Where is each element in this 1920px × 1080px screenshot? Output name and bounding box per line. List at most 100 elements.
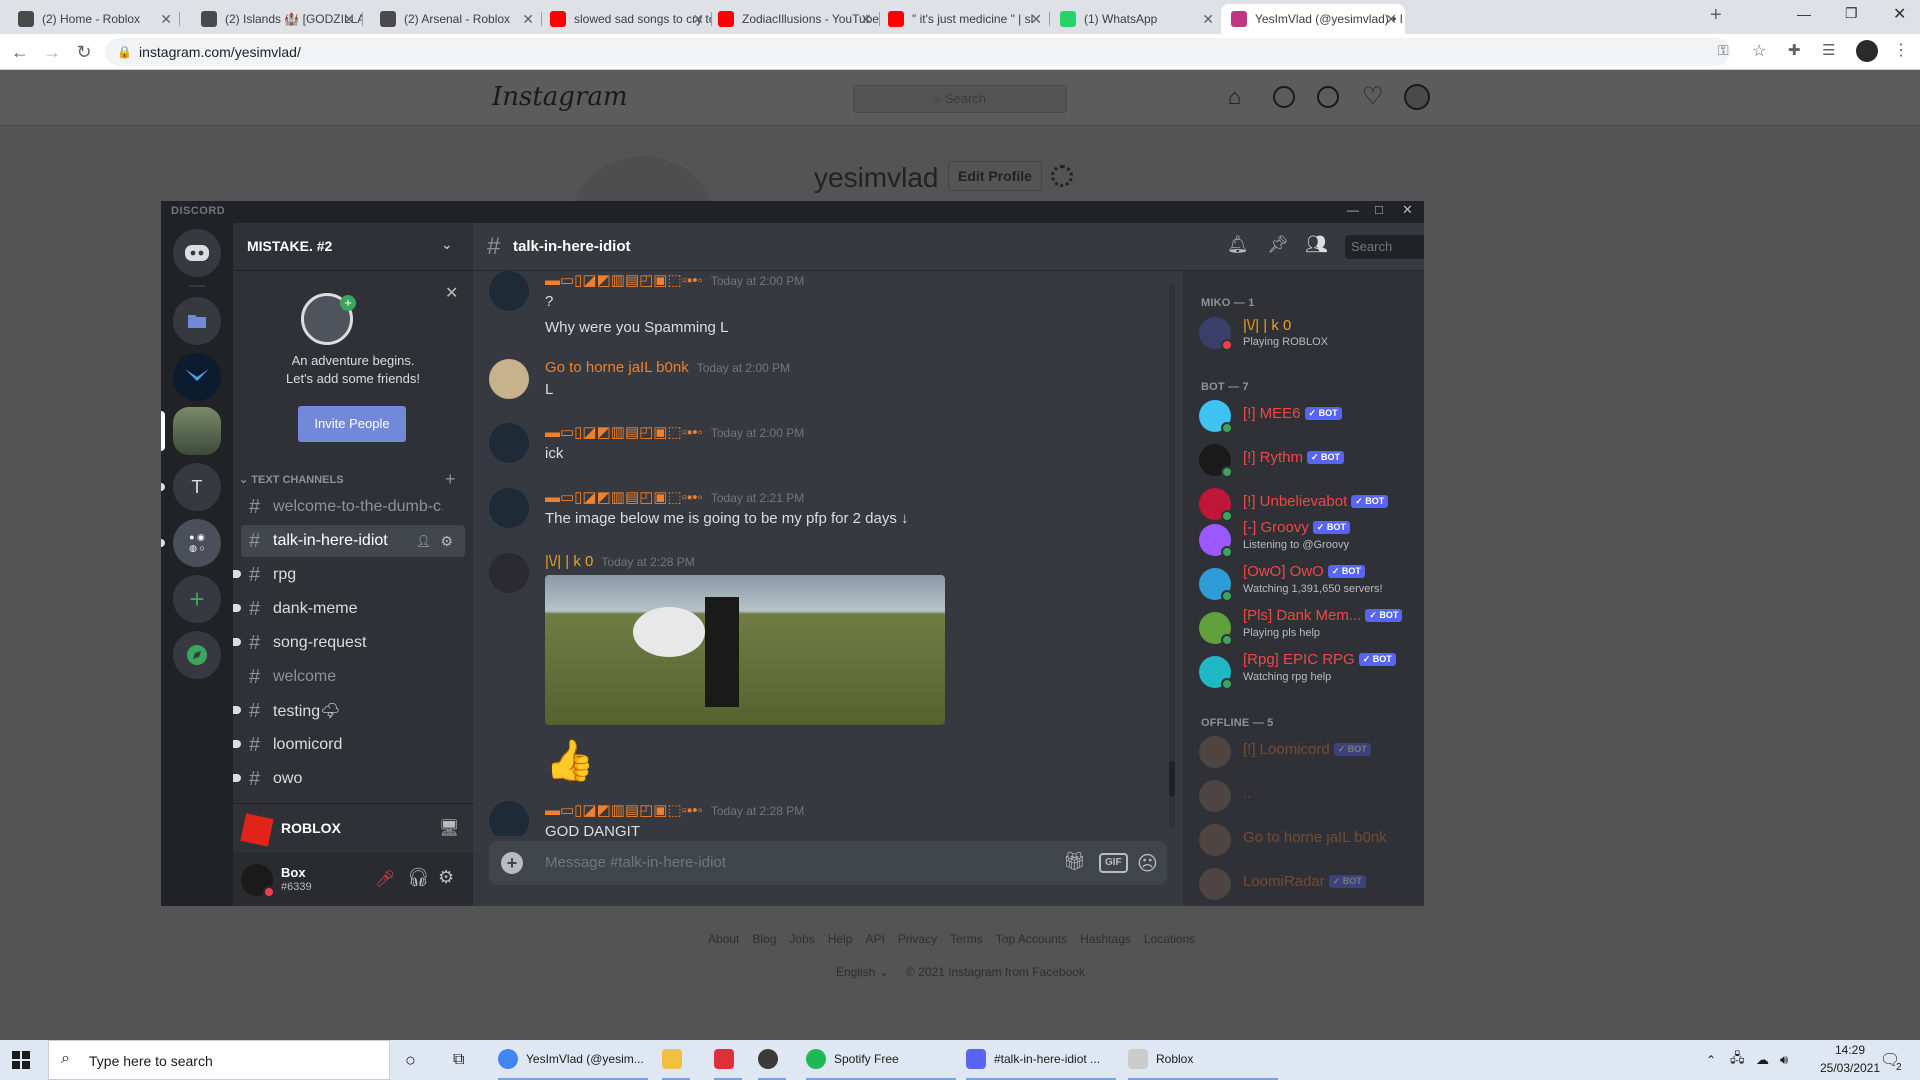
footer-link[interactable]: Help (828, 932, 853, 946)
offline-member-item[interactable]: LoomiRadar ✓ BOT (1199, 863, 1419, 905)
forward-button[interactable]: → (42, 42, 62, 63)
add-channel-button[interactable]: + (445, 469, 456, 490)
chat-scrollbar-thumb[interactable] (1169, 761, 1175, 797)
instagram-search-input[interactable]: ⌕ Search (853, 85, 1067, 113)
offline-member-item[interactable]: [!] Loomicord ✓ BOT (1199, 731, 1419, 773)
folder-icon[interactable] (173, 297, 221, 345)
instagram-logo[interactable]: Instagram (492, 82, 628, 112)
bot-member-item[interactable]: [!] MEE6 ✓ BOT (1199, 395, 1419, 437)
network-icon[interactable]: 🖧︎ (1730, 1040, 1745, 1080)
offline-member-item[interactable]: Go to horne jaIL b0nk (1199, 819, 1419, 861)
bot-member-item[interactable]: [OwO] OwO ✓ BOT Watching 1,391,650 servers… (1199, 563, 1419, 605)
message-author-avatar[interactable] (489, 271, 529, 311)
message-author-name[interactable]: ▬▭▯◪◩▥▤◰▣⬚▫▪•◦ (545, 489, 703, 506)
footer-link[interactable]: Locations (1144, 932, 1195, 946)
server-folder-icon[interactable]: ● ◉ ◍ ○ (173, 519, 221, 567)
channel-item[interactable]: # rpg (233, 559, 465, 591)
nox-taskbar-button[interactable] (758, 1040, 786, 1080)
close-tab-icon[interactable]: ✕ (1202, 11, 1214, 28)
text-channels-category[interactable]: ⌄ TEXT CHANNELS (239, 473, 344, 486)
footer-link[interactable]: Terms (950, 932, 983, 946)
add-server-button[interactable]: + (173, 575, 221, 623)
message-author-avatar[interactable] (489, 423, 529, 463)
footer-link[interactable]: Jobs (789, 932, 814, 946)
pinned-messages-icon[interactable]: 📌︎ (1267, 235, 1289, 255)
browser-tab[interactable]: (2) Islands 🏰 [GODZILLA V ✕ (191, 4, 363, 34)
channel-item[interactable]: # talk-in-here-idiot 👤︎ ⚙ (241, 525, 465, 557)
channel-item[interactable]: # welcome-to-the-dumb-c... (241, 491, 465, 523)
close-tab-icon[interactable]: ✕ (343, 11, 355, 28)
chrome-taskbar-button[interactable]: YesImVlad (@yesim... (498, 1040, 648, 1080)
settings-gear-icon[interactable] (1051, 165, 1073, 187)
notification-bell-icon[interactable]: 🔔︎ (1227, 235, 1249, 255)
minimize-window-button[interactable]: — (1797, 6, 1811, 22)
bot-member-item[interactable]: [!] Rythm ✓ BOT (1199, 439, 1419, 481)
upload-plus-icon[interactable]: + (501, 852, 523, 874)
explore-servers-button[interactable] (173, 631, 221, 679)
browser-tab[interactable]: slowed sad songs to cry to :(✕ (540, 4, 712, 34)
channel-item[interactable]: # welcome (241, 661, 465, 693)
browser-tab[interactable]: (2) Arsenal - Roblox ✕ (370, 4, 542, 34)
volume-icon[interactable]: 🔊︎ (1780, 1040, 1788, 1080)
bot-member-item[interactable]: [-] Groovy ✓ BOT Listening to @Groovy (1199, 519, 1419, 561)
server-header[interactable]: MISTAKE. #2 ⌄ (233, 223, 473, 271)
invite-people-button[interactable]: Invite People (298, 406, 406, 442)
close-icon[interactable]: ✕ (445, 283, 458, 303)
roblox-taskbar-button[interactable]: Roblox (1128, 1040, 1278, 1080)
reload-button[interactable]: ↻ (74, 42, 94, 63)
chrome-menu-icon[interactable]: ⋮ (1893, 40, 1909, 60)
message-author-avatar[interactable] (489, 553, 529, 593)
server-icon-wings[interactable] (173, 353, 221, 401)
server-icon-mistake[interactable] (173, 407, 221, 455)
file-explorer-taskbar-button[interactable] (662, 1040, 690, 1080)
media-queue-icon[interactable]: ☰ (1822, 41, 1835, 59)
messenger-icon[interactable] (1273, 86, 1295, 108)
clock-date[interactable]: 25/03/2021 (1812, 1061, 1888, 1075)
footer-link[interactable]: About (708, 932, 739, 946)
browser-tab[interactable]: " it's just medicine " | sl ✕ (878, 4, 1050, 34)
channel-item[interactable]: # dank-meme (233, 593, 465, 625)
bot-member-item[interactable]: [Pls] Dank Mem... ✓ BOT Playing pls help (1199, 607, 1419, 649)
clock-time[interactable]: 14:29 (1820, 1043, 1880, 1057)
app-taskbar-button[interactable] (714, 1040, 742, 1080)
message-author-name[interactable]: Go to horne jaIL b0nk (545, 359, 689, 376)
gif-button[interactable]: GIF (1099, 853, 1128, 873)
home-icon[interactable]: ⌂ (1228, 84, 1241, 110)
chevron-down-icon[interactable]: ⌄ (441, 236, 453, 253)
cloud-icon[interactable]: ☁ (1756, 1040, 1769, 1080)
browser-tab[interactable]: (1) WhatsApp ✕ (1050, 4, 1222, 34)
channel-item[interactable]: # song-request (233, 627, 465, 659)
back-button[interactable]: ← (10, 42, 30, 63)
message-author-name[interactable]: ▬▭▯◪◩▥▤◰▣⬚▫▪•◦ (545, 424, 703, 441)
discord-home-button[interactable] (173, 229, 221, 277)
discord-search-input[interactable]: Search ⌕ (1345, 235, 1424, 259)
explore-compass-icon[interactable] (1317, 86, 1339, 108)
stream-screen-icon[interactable]: 🖥︎ (439, 818, 459, 838)
footer-link[interactable]: Privacy (898, 932, 937, 946)
message-author-avatar[interactable] (489, 801, 529, 836)
member-list-icon[interactable]: 👥︎ (1305, 234, 1328, 255)
task-view-icon[interactable]: ⧉ (453, 1040, 464, 1080)
close-tab-icon[interactable]: ✕ (522, 11, 534, 28)
discord-taskbar-button[interactable]: #talk-in-here-idiot ... (966, 1040, 1116, 1080)
message-author-avatar[interactable] (489, 359, 529, 399)
member-item[interactable]: |\/| | k 0 Playing ROBLOX (1199, 312, 1419, 354)
tray-chevron-icon[interactable]: ⌃ (1706, 1040, 1716, 1080)
gift-icon[interactable]: 🎁︎ (1063, 851, 1086, 872)
extensions-icon[interactable]: ✚ (1788, 41, 1801, 59)
close-window-button[interactable]: ✕ (1893, 4, 1906, 24)
close-tab-icon[interactable]: ✕ (160, 11, 172, 28)
heart-icon[interactable]: ♡ (1362, 82, 1384, 111)
message-author-avatar[interactable] (489, 488, 529, 528)
new-tab-button[interactable]: + (1710, 4, 1722, 27)
footer-link[interactable]: Blog (752, 932, 776, 946)
taskbar-search-input[interactable]: ⌕ Type here to search (48, 1040, 390, 1080)
close-tab-icon[interactable]: ✕ (692, 11, 704, 28)
url-input[interactable]: 🔒 instagram.com/yesimvlad/ (105, 38, 1730, 66)
profile-avatar[interactable] (1856, 40, 1878, 62)
footer-link[interactable]: Hashtags (1080, 932, 1131, 946)
close-tab-icon[interactable]: ✕ (1385, 11, 1397, 28)
restore-window-button[interactable]: ❐ (1845, 5, 1858, 22)
spotify-taskbar-button[interactable]: Spotify Free (806, 1040, 956, 1080)
user-settings-gear-icon[interactable]: ⚙ (438, 867, 454, 888)
